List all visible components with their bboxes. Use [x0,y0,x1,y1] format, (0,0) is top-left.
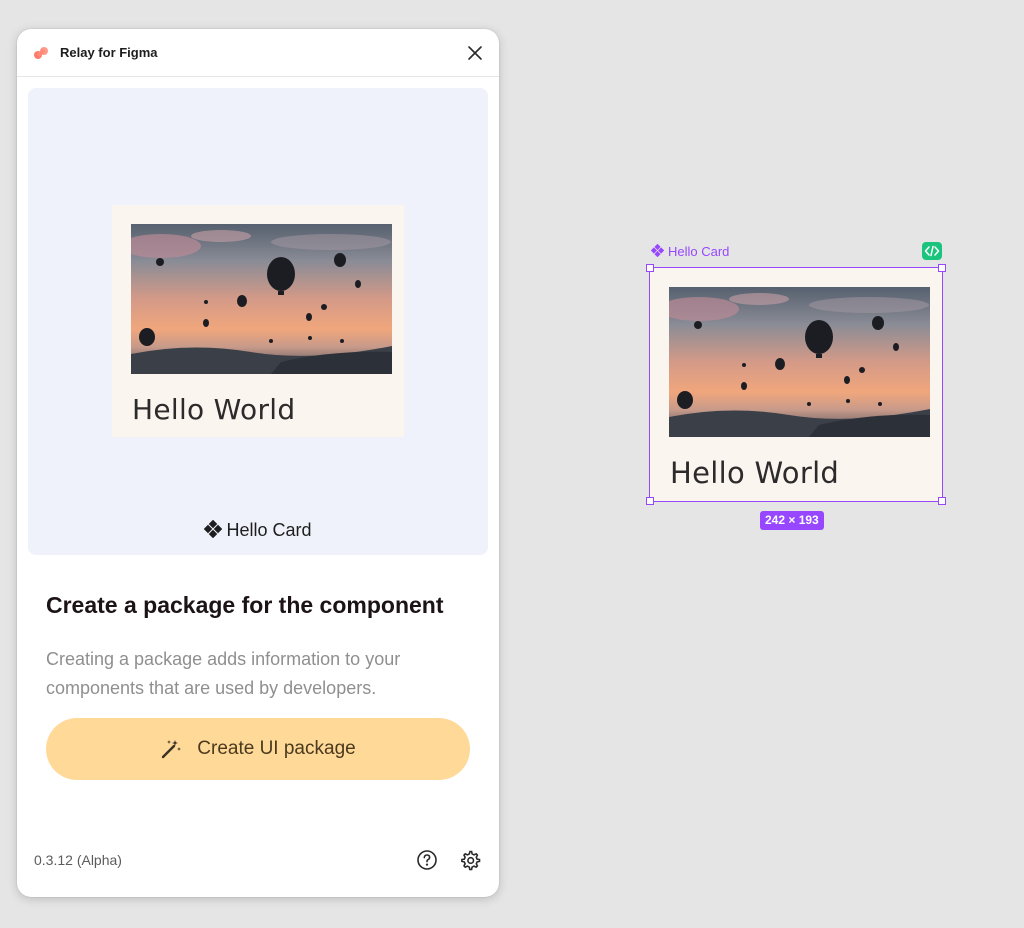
dev-mode-badge[interactable] [922,242,942,260]
canvas-hello-card[interactable]: Hello World [649,267,943,502]
canvas-component-name: Hello Card [668,244,730,259]
component-icon [651,244,664,257]
panel-header: Relay for Figma [17,29,499,77]
relay-logo-icon [34,47,48,59]
gear-icon[interactable] [459,849,481,871]
balloon-photo [669,287,930,437]
component-icon [204,520,223,538]
canvas-component-label[interactable]: Hello Card [651,244,729,259]
resize-handle-top-left[interactable] [646,264,654,272]
version-label: 0.3.12 (Alpha) [34,852,122,868]
component-preview: Hello World Hello Card [28,88,488,555]
create-ui-package-button[interactable]: Create UI package [46,718,470,780]
preview-card-title: Hello World [132,393,296,426]
preview-hello-card: Hello World [112,205,404,437]
balloon-photo [131,224,392,374]
resize-handle-bottom-right[interactable] [938,497,946,505]
description-text: Creating a package adds information to y… [46,649,401,698]
relay-plugin-panel: Relay for Figma Hello World Hello Card C… [17,29,499,897]
create-ui-package-label: Create UI package [197,738,356,759]
preview-component-name: Hello Card [28,520,488,541]
code-icon [924,245,940,257]
preview-component-label: Hello Card [226,520,312,540]
panel-title: Relay for Figma [60,45,158,60]
resize-handle-top-right[interactable] [938,264,946,272]
magic-wand-icon [162,740,182,759]
resize-handle-bottom-left[interactable] [646,497,654,505]
close-icon[interactable] [465,43,485,63]
canvas-card-title: Hello World [670,456,840,490]
page-heading: Create a package for the component [46,592,444,618]
help-circle-icon[interactable] [416,849,438,871]
size-badge: 242 × 193 [760,511,824,530]
